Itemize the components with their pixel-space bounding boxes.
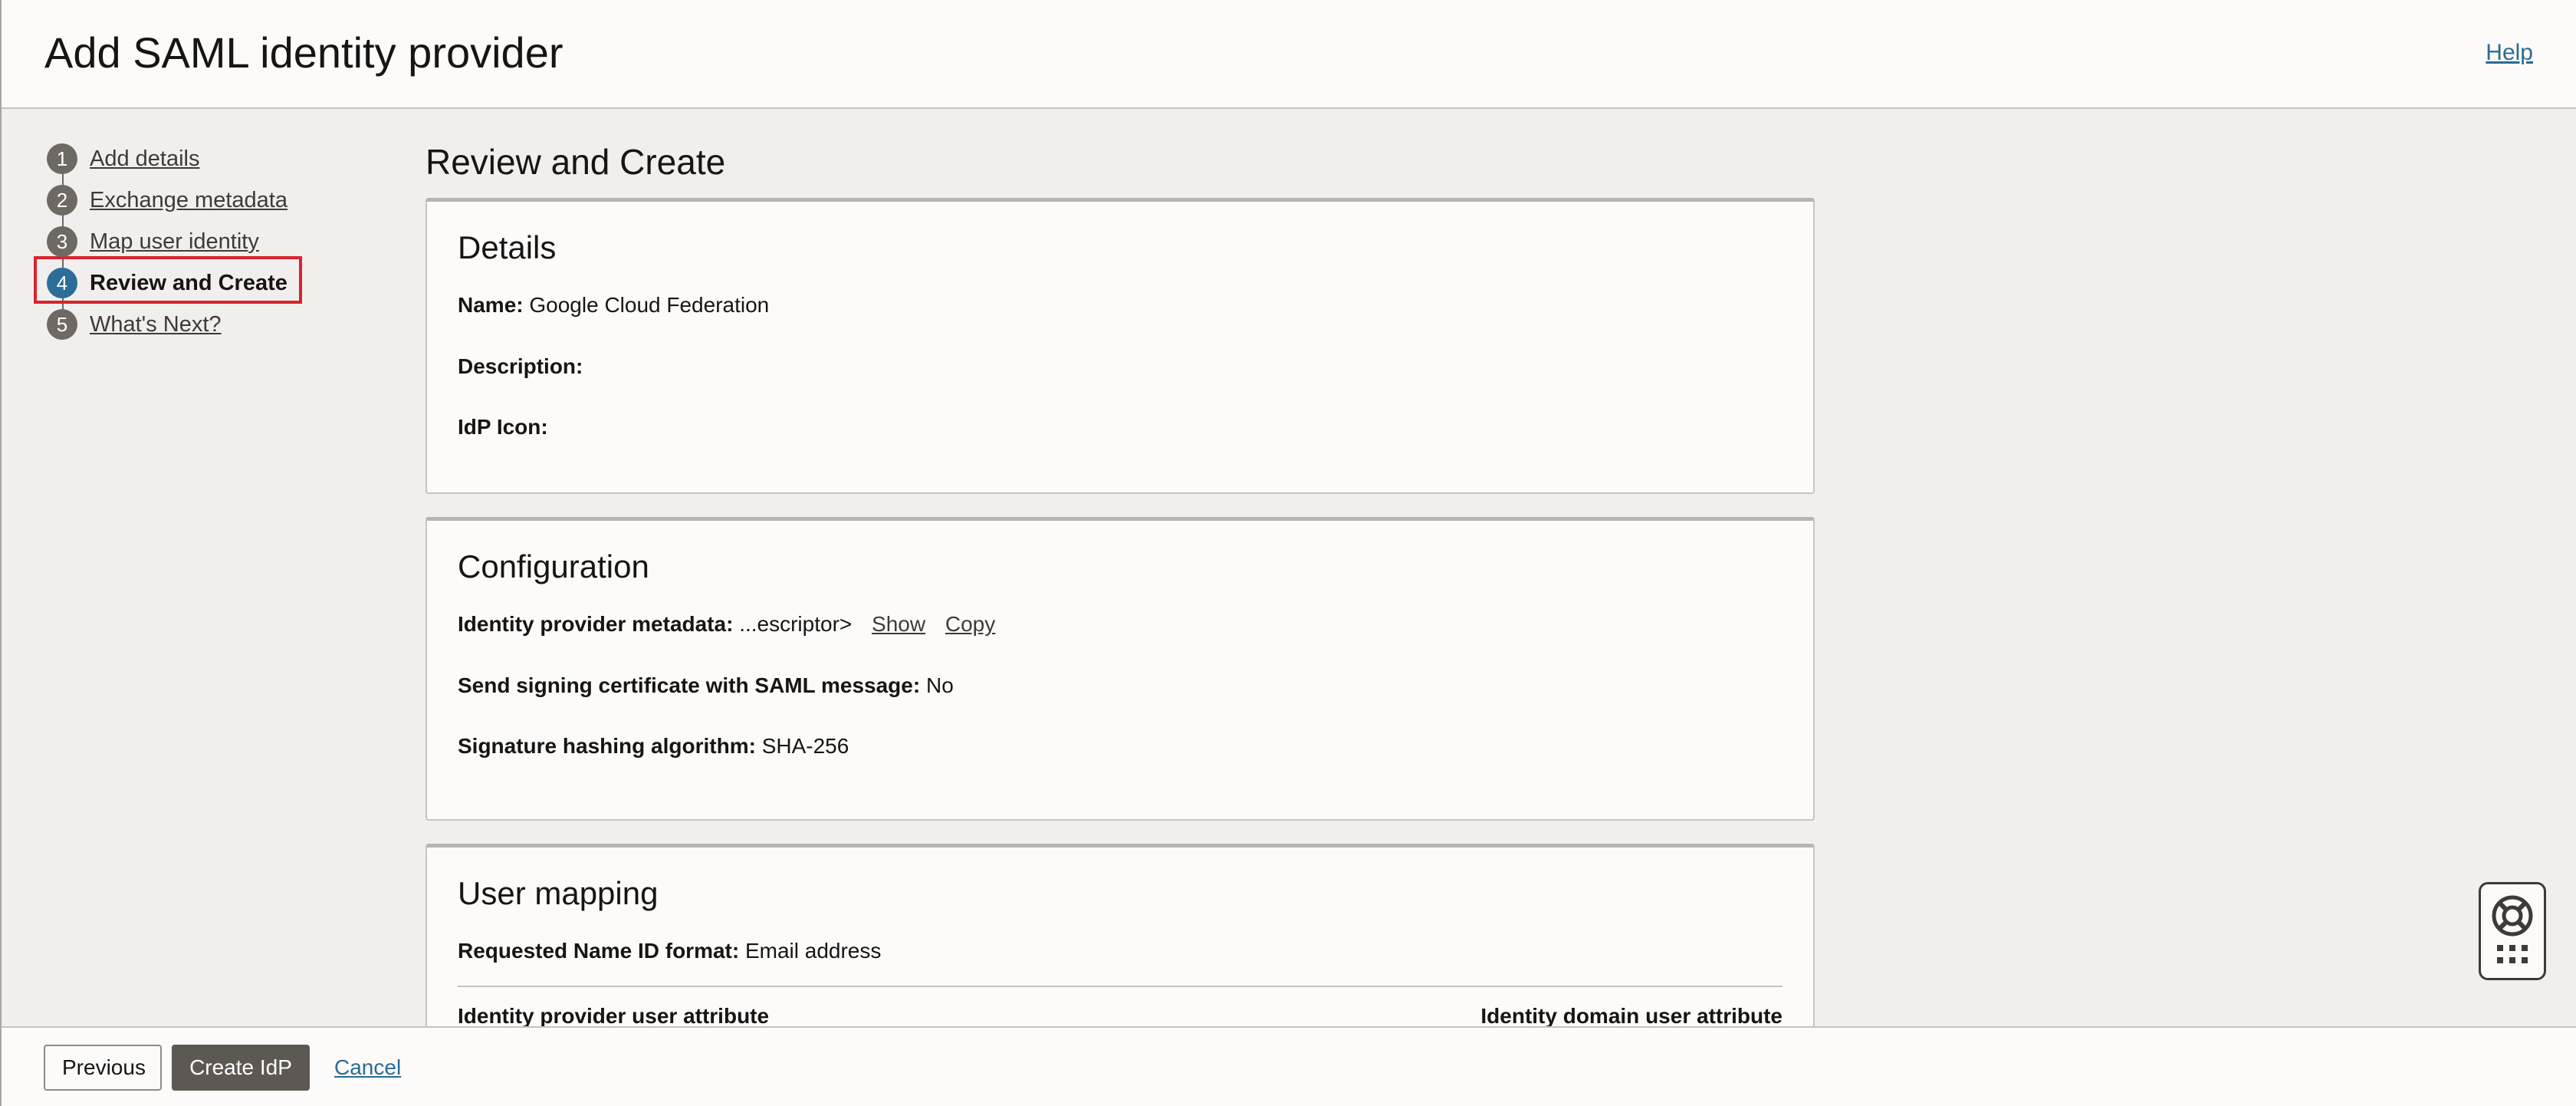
card-title: User mapping xyxy=(458,875,659,911)
cancel-link[interactable]: Cancel xyxy=(334,1055,401,1080)
step-exchange-metadata[interactable]: 2 Exchange metadata xyxy=(43,179,319,221)
help-link[interactable]: Help xyxy=(2486,40,2533,66)
name-field: Name: Google Cloud Federation xyxy=(458,292,1783,318)
apps-grid-icon xyxy=(2496,943,2529,970)
field-value: SHA-256 xyxy=(761,734,849,759)
step-whats-next[interactable]: 5 What's Next? xyxy=(43,304,319,345)
column-header: Identity provider user attribute xyxy=(458,1003,770,1028)
field-label: Name: xyxy=(458,293,524,317)
field-label: Signature hashing algorithm: xyxy=(458,734,756,759)
main-content: Review and Create Details Name: Google C… xyxy=(426,141,1815,1066)
field-label: Requested Name ID format: xyxy=(458,939,740,963)
metadata-field: Identity provider metadata: ...escriptor… xyxy=(458,611,1783,637)
step-add-details[interactable]: 1 Add details xyxy=(43,138,319,179)
user-mapping-card: User mapping Requested Name ID format: E… xyxy=(426,844,1815,1043)
step-number: 4 xyxy=(47,268,77,298)
wizard-footer: Previous Create IdP Cancel xyxy=(2,1026,2576,1106)
help-widget-button[interactable] xyxy=(2479,882,2546,980)
description-field: Description: xyxy=(458,354,1783,380)
wizard-stepper: 1 Add details 2 Exchange metadata 3 Map … xyxy=(34,138,319,345)
step-label[interactable]: Exchange metadata xyxy=(90,188,288,213)
copy-metadata-link[interactable]: Copy xyxy=(945,612,995,636)
step-label[interactable]: Add details xyxy=(90,146,200,172)
field-label: Identity provider metadata: xyxy=(458,612,734,636)
section-title: Review and Create xyxy=(426,142,726,182)
details-card: Details Name: Google Cloud Federation De… xyxy=(426,198,1815,494)
step-number: 5 xyxy=(47,309,77,340)
step-label[interactable]: What's Next? xyxy=(90,312,222,337)
card-title: Details xyxy=(458,229,557,265)
lifebuoy-icon xyxy=(2489,893,2535,943)
field-value: No xyxy=(925,673,954,697)
step-number: 3 xyxy=(47,226,77,257)
page-header: Add SAML identity provider Help xyxy=(2,0,2576,109)
field-label: Description: xyxy=(458,354,583,378)
create-idp-button[interactable]: Create IdP xyxy=(172,1045,310,1091)
step-number: 2 xyxy=(47,185,77,216)
signing-cert-field: Send signing certificate with SAML messa… xyxy=(458,673,1783,699)
previous-button[interactable]: Previous xyxy=(44,1045,162,1091)
step-number: 1 xyxy=(47,143,77,174)
field-value: ...escriptor> xyxy=(739,612,853,636)
field-label: Send signing certificate with SAML messa… xyxy=(458,673,921,697)
field-label: IdP Icon: xyxy=(458,415,548,439)
card-title: Configuration xyxy=(458,548,649,584)
field-value: Google Cloud Federation xyxy=(529,293,770,317)
page-title: Add SAML identity provider xyxy=(44,28,564,77)
field-value: Email address xyxy=(744,939,882,963)
idp-icon-field: IdP Icon: xyxy=(458,414,1783,440)
show-metadata-link[interactable]: Show xyxy=(872,612,925,636)
mapping-table-header: Identity provider user attribute Identit… xyxy=(458,987,1783,1029)
nameid-format-field: Requested Name ID format: Email address xyxy=(458,938,1783,964)
configuration-card: Configuration Identity provider metadata… xyxy=(426,517,1815,821)
step-label[interactable]: Map user identity xyxy=(90,229,259,255)
column-header: Identity domain user attribute xyxy=(1480,1003,1783,1028)
hashing-algorithm-field: Signature hashing algorithm: SHA-256 xyxy=(458,733,1783,759)
